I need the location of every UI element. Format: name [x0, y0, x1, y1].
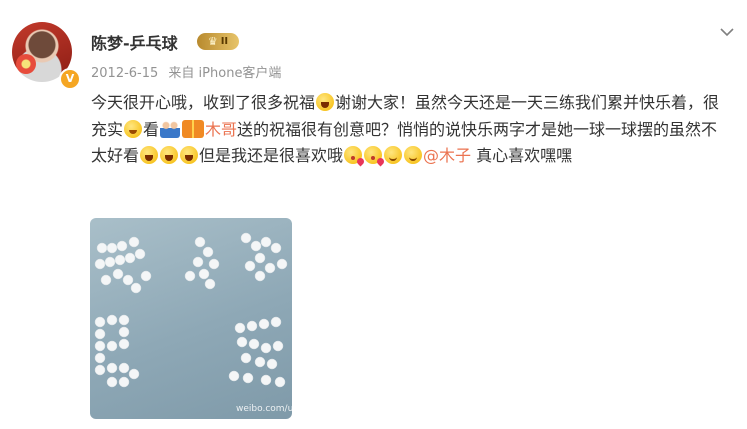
shy-laugh-emoji-icon	[316, 93, 335, 111]
author-name[interactable]: 陈梦-乒乓球	[91, 30, 178, 54]
avatar-flower-decoration	[16, 54, 36, 74]
kiss-emoji-icon	[364, 146, 383, 164]
mention-link[interactable]: @木子	[423, 146, 471, 165]
smile-emoji-icon	[384, 146, 403, 164]
gift-emoji-icon	[182, 119, 205, 138]
kiss-emoji-icon	[344, 146, 363, 164]
text-segment: 看	[143, 119, 160, 139]
post-image[interactable]: weibo.com/u/2...	[90, 218, 292, 419]
crown-icon: ♛	[207, 35, 218, 48]
mention-link[interactable]: 木哥	[205, 120, 237, 139]
weibo-post: V 陈梦-乒乓球 ♛ II 2012-6-15 来自 iPhone客户端 今天很…	[0, 0, 747, 429]
giggle-emoji-icon	[124, 119, 143, 138]
laugh-emoji-icon	[180, 146, 199, 164]
ping-pong-balls-photo	[94, 232, 288, 388]
text-segment: 但是我还是很喜欢哦	[199, 146, 344, 165]
text-segment: 真心喜欢嘿嘿	[471, 146, 573, 165]
grin-emoji-icon	[160, 146, 179, 164]
post-date[interactable]: 2012-6-15	[91, 66, 158, 81]
text-segment: 今天很开心哦，收到了很多祝福	[91, 93, 316, 112]
post-meta: 2012-6-15 来自 iPhone客户端	[91, 62, 287, 81]
laugh-emoji-icon	[140, 146, 159, 164]
vip-badge[interactable]: ♛ II	[197, 33, 239, 50]
image-watermark: weibo.com/u/2...	[236, 404, 292, 414]
vip-level: II	[220, 35, 229, 47]
people-emoji-icon	[160, 119, 181, 138]
verified-badge-icon: V	[59, 68, 81, 90]
post-text: 今天很开心哦，收到了很多祝福 谢谢大家！虽然今天还是一天三练我们累并快乐着，很充实…	[91, 90, 723, 170]
post-source: 来自 iPhone客户端	[168, 66, 282, 81]
chevron-down-icon[interactable]	[719, 24, 735, 40]
smile-emoji-icon	[404, 146, 423, 164]
